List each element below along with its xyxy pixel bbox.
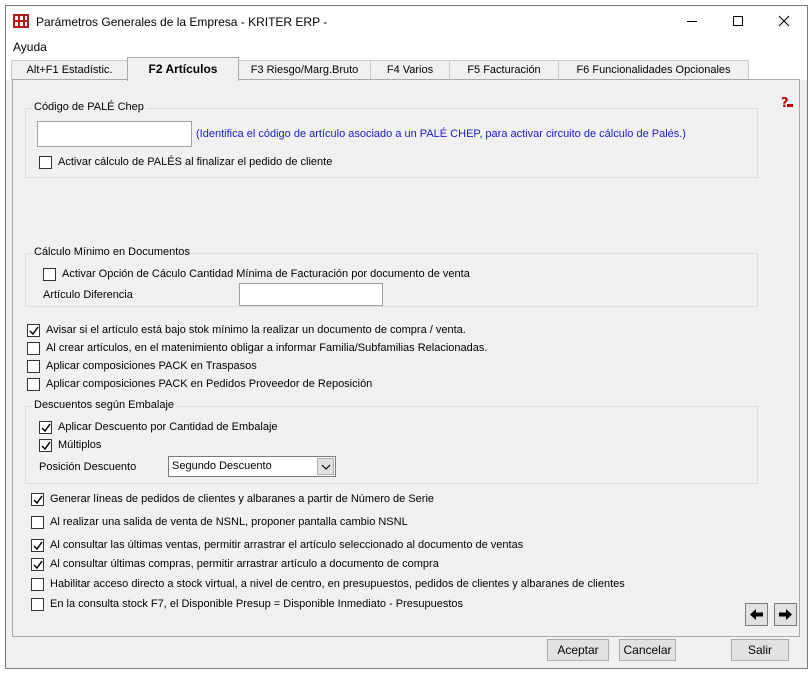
svg-text:?: ? [781,96,789,109]
maximize-button[interactable] [715,6,761,36]
tab-facturacion[interactable]: F5 Facturación [449,60,559,80]
option-stock-f7[interactable]: En la consulta stock F7, el Disponible P… [31,597,731,613]
checkbox-label: Al realizar una salida de venta de NSNL,… [50,516,408,528]
checkbox-label: Aplicar Descuento por Cantidad de Embala… [58,421,278,433]
checkbox-box[interactable] [31,493,44,506]
tab-estadisticas[interactable]: Alt+F1 Estadístic. [11,60,128,80]
pale-code-input[interactable] [37,121,192,147]
checkbox-label: Generar líneas de pedidos de clientes y … [50,493,435,505]
checkbox-box[interactable] [27,342,40,355]
posicion-descuento-select[interactable]: Segundo Descuento [168,456,336,477]
option-ultimas-compras[interactable]: Al consultar últimas compras, permitir a… [31,557,731,573]
articulo-diferencia-label: Artículo Diferencia [43,289,133,301]
minimize-icon [687,21,697,22]
activar-minimo-checkbox[interactable]: Activar Opción de Cáculo Cantidad Mínima… [43,267,563,283]
option-stock-virtual[interactable]: Habilitar acceso directo a stock virtual… [31,577,771,593]
checkbox-label: Al consultar las últimas ventas, permiti… [50,539,524,551]
check-icon [41,423,51,433]
checkbox-label: Al crear artículos, en el matenimiento o… [46,342,488,354]
option-ultimas-ventas[interactable]: Al consultar las últimas ventas, permiti… [31,538,731,554]
tab-funcionalidades[interactable]: F6 Funcionalidades Opcionales [558,60,749,80]
posicion-descuento-value: Segundo Descuento [172,460,272,472]
help-icon[interactable]: ? [780,95,794,109]
salir-button[interactable]: Salir [731,639,789,661]
window-title: Parámetros Generales de la Empresa - KRI… [36,15,328,29]
checkbox-label: Al consultar últimas compras, permitir a… [50,558,439,570]
checkbox-box[interactable] [39,439,52,452]
minimize-button[interactable] [669,6,715,36]
check-icon [33,560,43,570]
checkbox-box[interactable] [27,378,40,391]
check-icon [29,326,39,336]
activar-pales-checkbox[interactable]: Activar cálculo de PALÉS al finalizar el… [39,155,439,171]
maximize-icon [733,16,743,26]
checkbox-box[interactable] [31,558,44,571]
close-button[interactable] [761,6,807,36]
tab-riesgo[interactable]: F3 Riesgo/Marg.Bruto [238,60,371,80]
option-pack-traspasos[interactable]: Aplicar composiciones PACK en Traspasos [27,359,627,375]
aceptar-button[interactable]: Aceptar [547,639,609,661]
descuentos-embalaje-legend: Descuentos según Embalaje [32,399,177,411]
checkbox-box[interactable] [31,516,44,529]
pale-chep-legend: Código de PALÉ Chep [32,101,146,113]
checkbox-box[interactable] [27,360,40,373]
tab-strip: Alt+F1 Estadístic. F2 Artículos F3 Riesg… [6,56,807,81]
checkbox-box[interactable] [31,539,44,552]
posicion-descuento-label: Posición Descuento [39,461,137,473]
kriter-app-icon [13,14,29,28]
dropdown-button[interactable] [317,458,334,475]
checkbox-box[interactable] [31,578,44,591]
checkbox-label: Aplicar composiciones PACK en Traspasos [46,360,257,372]
checkbox-box[interactable] [27,324,40,337]
checkbox-box[interactable] [39,156,52,169]
checkbox-label: En la consulta stock F7, el Disponible P… [50,598,464,610]
checkbox-box[interactable] [31,598,44,611]
main-window: Parámetros Generales de la Empresa - KRI… [5,5,808,669]
option-familias[interactable]: Al crear artículos, en el matenimiento o… [27,341,627,357]
checkbox-label: Múltiplos [58,439,102,451]
descuentos-embalaje-group: Descuentos según Embalaje Aplicar Descue… [25,399,758,484]
checkbox-label: Aplicar composiciones PACK en Pedidos Pr… [46,378,373,390]
next-button[interactable] [774,603,797,626]
checkbox-box[interactable] [43,268,56,281]
option-pack-reposicion[interactable]: Aplicar composiciones PACK en Pedidos Pr… [27,377,627,393]
check-icon [33,495,43,505]
tab-articulos[interactable]: F2 Artículos [127,57,239,81]
pale-chep-group: Código de PALÉ Chep (Identifica el códig… [25,101,758,178]
menu-bar: Ayuda [6,36,807,56]
option-aviso-stock[interactable]: Avisar si el artículo está bajo stok mín… [27,323,627,339]
option-nsnl[interactable]: Al realizar una salida de venta de NSNL,… [31,515,731,531]
articulo-diferencia-input[interactable] [239,283,383,306]
pale-info-text: (Identifica el código de artículo asocia… [196,128,686,140]
option-numero-serie[interactable]: Generar líneas de pedidos de clientes y … [31,492,731,508]
title-bar: Parámetros Generales de la Empresa - KRI… [6,6,807,36]
tab-varios[interactable]: F4 Varios [370,60,450,80]
checkbox-box[interactable] [39,421,52,434]
checkbox-label: Habilitar acceso directo a stock virtual… [50,578,625,590]
cancelar-button[interactable]: Cancelar [619,639,676,661]
check-icon [41,441,51,451]
chevron-down-icon [321,464,331,470]
checkbox-label: Activar cálculo de PALÉS al finalizar el… [58,156,333,168]
multiplos-checkbox[interactable]: Múltiplos [39,438,239,454]
calculo-minimo-legend: Cálculo Mínimo en Documentos [32,246,192,258]
arrow-right-icon [779,609,792,620]
arrow-left-icon [750,609,763,620]
articulos-panel: ? Código de PALÉ Chep (Identifica el cód… [12,79,800,637]
checkbox-label: Activar Opción de Cáculo Cantidad Mínima… [62,268,470,280]
calculo-minimo-group: Cálculo Mínimo en Documentos Activar Opc… [25,246,758,307]
menu-ayuda[interactable]: Ayuda [13,40,47,54]
prev-button[interactable] [745,603,768,626]
checkbox-label: Avisar si el artículo está bajo stok mín… [46,324,466,336]
aplicar-descuento-checkbox[interactable]: Aplicar Descuento por Cantidad de Embala… [39,420,439,436]
close-icon [778,15,790,27]
check-icon [33,541,43,551]
